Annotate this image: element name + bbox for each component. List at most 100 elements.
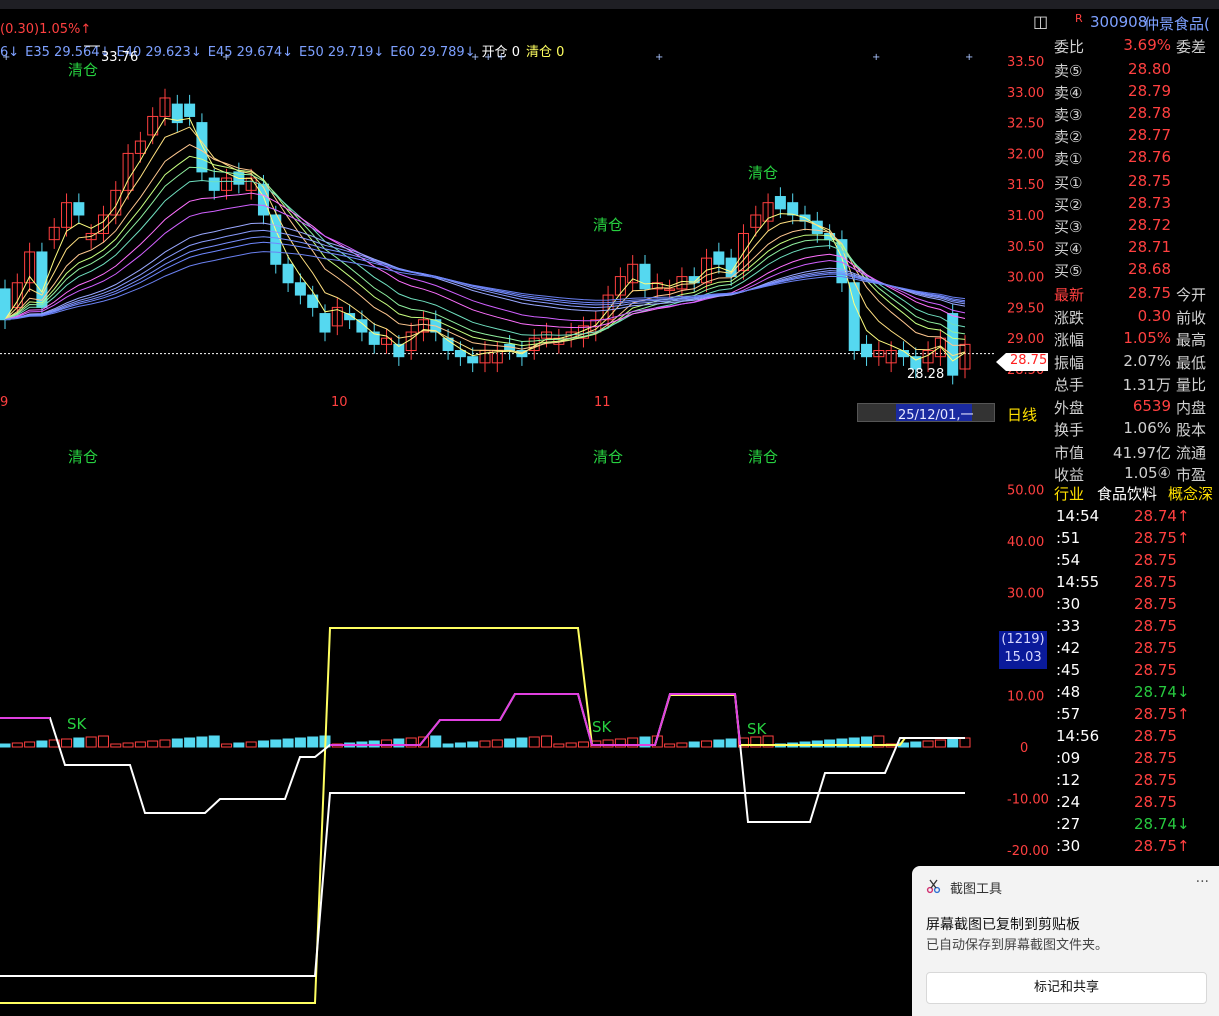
stat-row: 最新 28.75 今开 [1054,284,1207,304]
ema-line [4,166,966,343]
stock-code: 300908 [1090,13,1148,31]
histogram-bar [307,736,319,748]
sk-signal-label: SK [67,715,88,733]
month-label: 10 [331,395,348,410]
tick-row: :42 28.75 [1056,639,1177,657]
ask-row: 卖② 28.77 [1054,126,1171,146]
chart-svg[interactable]: 33.50 33.00 32.50 32.00 31.50 31.00 30.50 30.00… [0,10,1048,1016]
histogram-bar [221,743,233,748]
signal-tick-mark: + [484,52,492,63]
signal-clear-label: 清仓 [748,164,778,182]
histogram-bar [184,737,196,748]
indicator-axis-tick: 30.00 [1007,587,1044,602]
histogram-bar [208,735,220,748]
indicator-badge: (1219) 15.03 [999,631,1047,669]
histogram-bar [97,735,109,748]
histogram-bar [171,738,183,748]
tick-row: :48 28.74↓ [1056,683,1190,701]
histogram-bar [282,738,294,748]
histogram-bar [110,743,122,748]
histogram-bar [11,742,23,748]
histogram-bar [725,738,737,748]
price-axis-tick: 32.00 [1007,147,1044,162]
low-price-label: 28.28 [907,367,944,382]
price-axis-tick: 32.50 [1007,117,1044,132]
price-axis-tick: 33.00 [1007,86,1044,101]
ask-row: 卖④ 28.79 [1054,82,1171,102]
indicator-axis-tick: 10.00 [1007,690,1044,705]
histogram-bar [257,740,269,748]
indicator-axis-tick: -20.00 [1007,844,1048,859]
histogram-bar [467,741,479,748]
toast-submessage: 已自动保存到屏幕截图文件夹。 [926,938,1109,953]
stat-row: 换手 1.06% 股本 [1054,419,1207,439]
histogram-bar [24,741,36,748]
histogram-bar [61,738,73,748]
indicator-line-yellow [0,627,965,1004]
stat-row: 涨幅 1.05% 最高 [1054,329,1207,349]
signal-tick-mark: + [965,52,973,63]
ask-row: 卖① 28.76 [1054,148,1171,168]
date-cursor-box: 25/12/01,一 [857,403,995,423]
indicator-line-white-lower [0,792,965,977]
signal-clear-label: 清仓 [68,61,98,79]
industry-row[interactable]: 行业 食品饮料 概念深 [1054,483,1219,505]
tick-row: :54 28.75 [1056,551,1177,569]
tick-row: :09 28.75 [1056,749,1177,767]
period-label[interactable]: 日线 [1007,404,1037,425]
more-options-icon[interactable]: ··· [1196,874,1209,890]
month-label: 9 [0,395,8,410]
signal-tick-mark: + [2,52,10,63]
histogram-bar [688,741,700,748]
r-marker: R [1075,12,1083,25]
weibi-row: 委比 3.69% 委差 [1054,36,1207,56]
bid-row: 买④ 28.71 [1054,238,1171,258]
panel-layout-icon[interactable]: ◫ [1033,12,1048,31]
candle-body [861,343,873,358]
candle-body [639,263,651,290]
snipping-toast[interactable]: 截图工具 ··· 屏幕截图已复制到剪贴板 已自动保存到屏幕截图文件夹。 标记和共… [912,866,1219,1016]
stat-row: 振幅 2.07% 最低 [1054,351,1207,372]
candle-body [294,282,306,296]
tick-row: :45 28.75 [1056,661,1177,679]
candle-body [713,251,725,265]
tick-row: 14:56 28.75 [1056,727,1177,745]
histogram-bar [122,742,134,748]
signal-clear-label: 清仓 [68,448,98,466]
tick-row: :33 28.75 [1056,617,1177,635]
histogram-bar [0,743,11,748]
price-axis-tick: 29.00 [1007,332,1044,347]
histogram-bar [947,738,959,748]
histogram-bar [233,742,245,748]
signal-clear-label: 清仓 [748,448,778,466]
signal-tick-mark: + [471,52,479,63]
histogram-bar [528,736,540,748]
histogram-bar [553,743,565,748]
kline-chart-area[interactable]: (0.30)1.05%↑ 6↓ E35 29.564↓ E40 29.623↓ E45… [0,10,1048,1016]
stat-row: 涨跌 0.30 前收 [1054,306,1207,327]
price-axis-tick: 30.00 [1007,271,1044,286]
window-titlebar [0,0,1219,9]
date-cursor-label: 25/12/01,一 [898,408,974,423]
histogram-bar [959,737,971,748]
histogram-bar [454,742,466,748]
stat-row: 总手 1.31万 量比 [1054,376,1207,394]
histogram-bar [664,743,676,748]
histogram-bar [430,735,442,748]
ema-line [4,126,966,357]
histogram-bar [196,736,208,748]
price-axis-tick: 33.50 [1007,55,1044,70]
tick-row: :30 28.75 [1056,595,1177,613]
histogram-bar [577,741,589,748]
bid-row: 买③ 28.72 [1054,216,1171,236]
histogram-bar [36,740,48,748]
signal-clear-label: 清仓 [593,448,623,466]
candle-body [208,177,220,191]
candle-body [73,202,85,216]
tick-row: :24 28.75 [1056,793,1177,811]
markup-share-button[interactable]: 标记和共享 [926,972,1207,1004]
candle-body [270,214,282,265]
sk-signal-label: SK [747,720,768,738]
histogram-bar [922,740,934,748]
price-axis-tick: 29.50 [1007,301,1044,316]
